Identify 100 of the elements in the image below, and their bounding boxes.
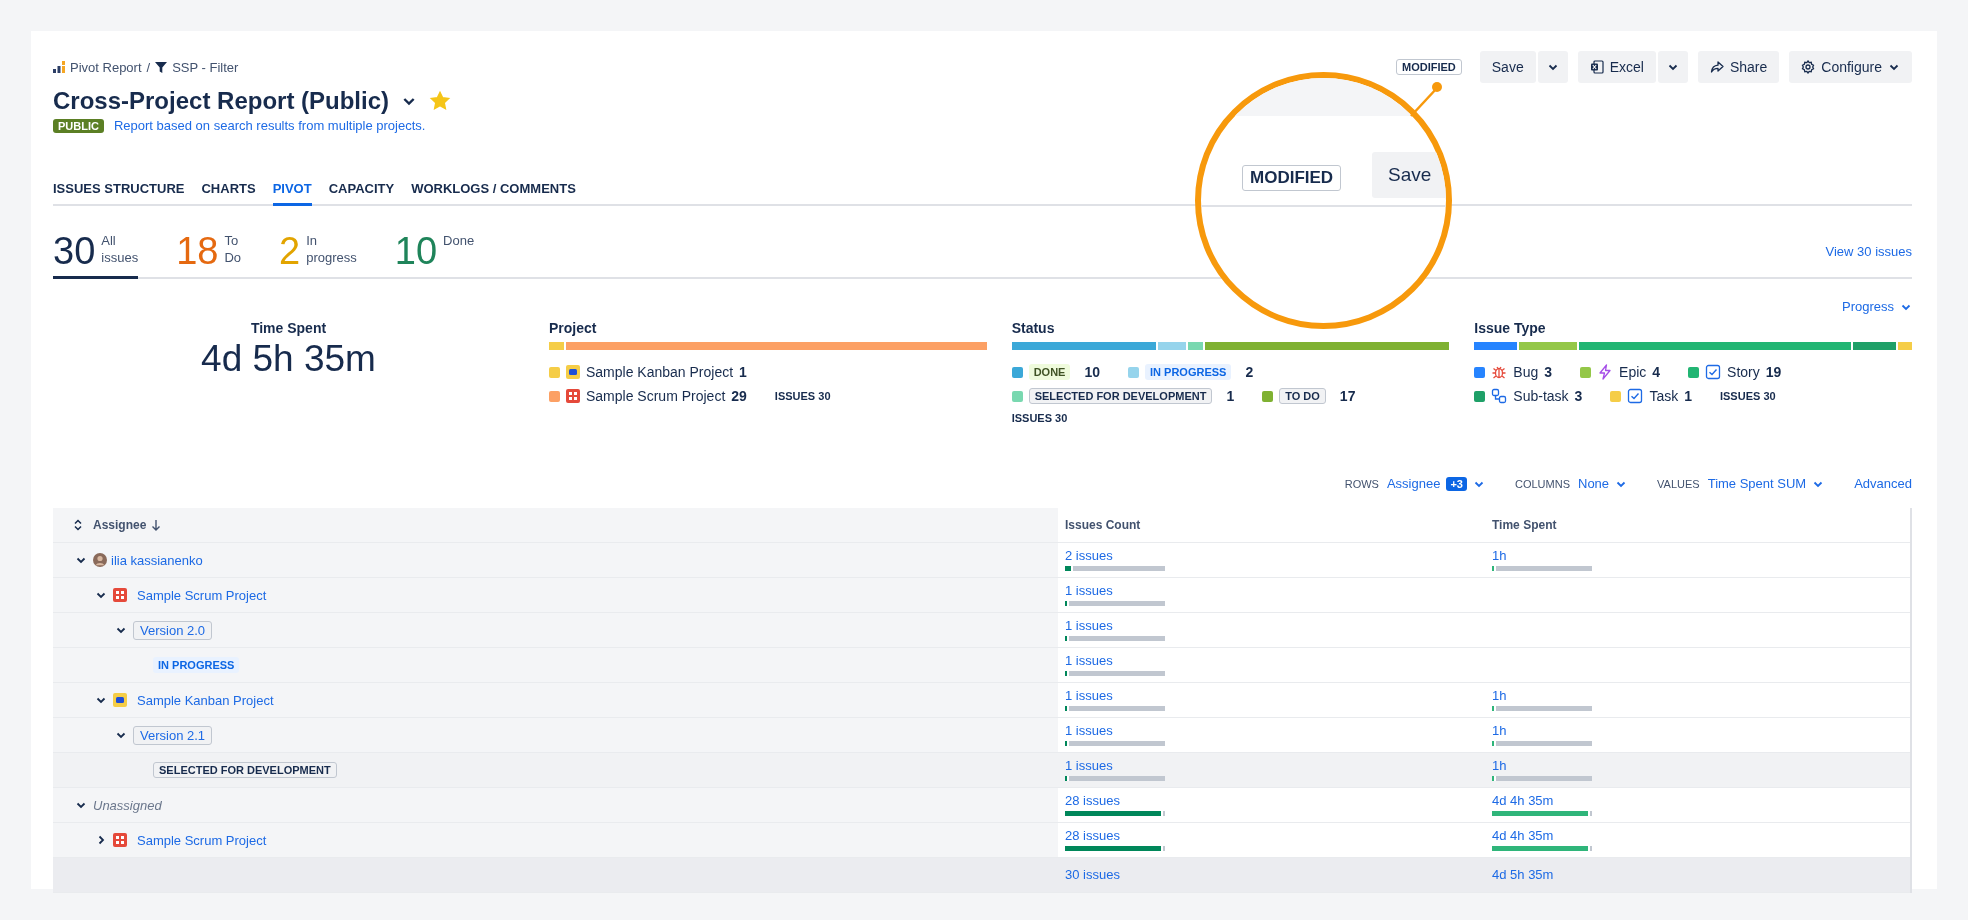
count-link[interactable]: 1 issues <box>1065 654 1113 668</box>
count-badge: +3 <box>1446 476 1467 491</box>
version-tag[interactable]: Version 2.0 <box>133 620 213 640</box>
project-link[interactable]: Sample Scrum Project <box>137 832 267 848</box>
legend-count: 1 <box>1226 388 1235 404</box>
grid-icon <box>566 389 580 403</box>
legend-count: 3 <box>1574 388 1583 404</box>
save-button[interactable]: Save <box>1372 152 1446 198</box>
version-tag[interactable]: Version 2.1 <box>133 725 213 745</box>
grid-icon <box>113 588 127 602</box>
assignee-link[interactable]: ilia kassianenko <box>111 552 203 568</box>
column-header: Issues Count <box>1065 518 1141 532</box>
count-link[interactable]: 1h <box>1492 759 1507 773</box>
count-link[interactable]: 1h <box>1492 724 1507 738</box>
legend-count: 10 <box>1084 364 1100 380</box>
control-dropdown[interactable]: Assignee +3 <box>1386 476 1485 491</box>
tab[interactable]: PIVOT <box>272 175 312 206</box>
legend-count: 19 <box>1765 364 1782 380</box>
legend-count: 2 <box>1245 364 1254 380</box>
status-lozenge: SELECTED FOR DEVELOPMENT <box>153 762 337 778</box>
progress-dropdown[interactable]: Progress <box>1841 299 1912 314</box>
status-lozenge: SELECTED FOR DEVELOPMENT <box>1028 388 1213 404</box>
breadcrumb-separator: / <box>146 59 151 75</box>
total-link[interactable]: 30 issues <box>1065 868 1120 882</box>
dropdown-button[interactable] <box>1657 51 1688 83</box>
section-title: Project <box>549 320 598 336</box>
count-link[interactable]: 2 issues <box>1065 549 1113 563</box>
control-label: VALUES <box>1657 477 1700 490</box>
report-description: Report based on search results from multiple projects. <box>113 118 426 133</box>
configure-button[interactable]: Configure <box>1789 51 1912 83</box>
filter-icon <box>155 61 168 73</box>
export-button[interactable]: Excel <box>1577 51 1656 83</box>
legend-count: 17 <box>1339 388 1356 404</box>
spreadsheet-icon <box>1589 60 1604 74</box>
tab[interactable]: CAPACITY <box>328 175 395 206</box>
star-icon[interactable] <box>429 90 452 112</box>
grid-icon <box>113 833 127 847</box>
checkbox-icon <box>1627 388 1644 404</box>
legend-count: 29 <box>731 388 747 404</box>
legend-count: 1 <box>739 364 747 380</box>
metric-label: Time Spent <box>250 320 327 336</box>
control-label: COLUMNS <box>1515 477 1570 490</box>
legend-label: Story <box>1727 364 1760 380</box>
project-link[interactable]: Sample Kanban Project <box>137 692 274 708</box>
count-link[interactable]: 1h <box>1492 549 1507 563</box>
view-issues-link[interactable]: View 30 issues <box>1825 244 1912 265</box>
count-link[interactable]: 28 issues <box>1065 829 1120 843</box>
legend-label: Sample Scrum Project <box>586 388 726 404</box>
metric-value: 4d 5h 35m <box>201 338 376 380</box>
assignee-label: Unassigned <box>93 797 162 813</box>
board-icon <box>113 693 127 707</box>
legend-count: 1 <box>1684 388 1692 404</box>
control-dropdown[interactable]: Time Spent SUM <box>1707 476 1825 491</box>
lightning-icon <box>1597 364 1614 380</box>
total-count: ISSUES 30 <box>1011 412 1068 424</box>
bar-chart-icon <box>53 61 65 73</box>
share-icon <box>1709 60 1724 74</box>
count-link[interactable]: 1 issues <box>1065 619 1113 633</box>
advanced-link[interactable]: Advanced <box>1854 476 1912 491</box>
count-link[interactable]: 4d 4h 35m <box>1492 829 1554 843</box>
legend-label: Sample Kanban Project <box>586 364 734 380</box>
tab[interactable]: CHARTS <box>201 175 256 206</box>
share-button[interactable]: Share <box>1697 51 1780 83</box>
control-dropdown[interactable]: None <box>1578 476 1628 491</box>
status-badge: MODIFIED <box>1396 59 1462 75</box>
legend-label: Task <box>1649 388 1679 404</box>
column-header: Time Spent <box>1492 518 1557 532</box>
tab[interactable]: ISSUES STRUCTURE <box>53 175 185 206</box>
sort-icon[interactable] <box>73 519 83 531</box>
count-link[interactable]: 1h <box>1492 689 1507 703</box>
tab[interactable]: WORKLOGS / COMMENTS <box>411 175 576 206</box>
count-link[interactable]: 1 issues <box>1065 759 1113 773</box>
status-lozenge: DONE <box>1028 364 1071 380</box>
breadcrumb-link[interactable]: Pivot Report <box>70 59 142 75</box>
bug-icon <box>1491 364 1508 380</box>
total-count: ISSUES 30 <box>1719 390 1776 402</box>
visibility-badge: PUBLIC <box>53 118 104 133</box>
settings-icon <box>1801 60 1816 74</box>
column-header[interactable]: Assignee <box>93 518 147 532</box>
dropdown-button[interactable] <box>1537 51 1568 83</box>
section-title: Status <box>1011 320 1056 336</box>
breadcrumb-link[interactable]: SSP - Filter <box>172 59 239 75</box>
leader-line <box>1409 80 1443 118</box>
board-icon <box>566 365 580 379</box>
count-link[interactable]: 1 issues <box>1065 584 1113 598</box>
count-link[interactable]: 28 issues <box>1065 794 1120 808</box>
section-title: Issue Type <box>1474 320 1547 336</box>
status-badge: MODIFIED <box>1242 165 1342 191</box>
count-link[interactable]: 4d 4h 35m <box>1492 794 1554 808</box>
save-button[interactable]: Save <box>1479 51 1536 83</box>
total-link[interactable]: 4d 5h 35m <box>1492 868 1554 882</box>
project-link[interactable]: Sample Scrum Project <box>137 587 267 603</box>
count-link[interactable]: 1 issues <box>1065 724 1113 738</box>
control-label: ROWS <box>1344 477 1379 490</box>
count-link[interactable]: 1 issues <box>1065 689 1113 703</box>
total-count: ISSUES 30 <box>774 390 831 402</box>
status-lozenge: IN PROGRESS <box>1145 364 1232 380</box>
avatar-icon <box>93 553 107 567</box>
status-lozenge: IN PROGRESS <box>153 657 240 673</box>
legend-label: Sub-task <box>1513 388 1569 404</box>
